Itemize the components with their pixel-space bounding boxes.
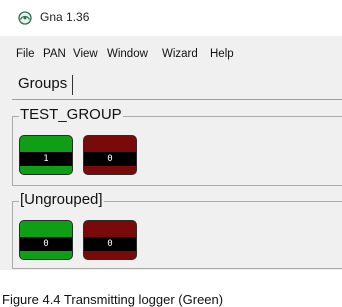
title-bar: Gna 1.36 xyxy=(0,0,342,36)
menu-file[interactable]: File xyxy=(16,48,35,60)
logger-count: 0 xyxy=(107,154,113,164)
group-ungrouped: [Ungrouped] 0 0 xyxy=(12,191,342,269)
logger-count: 0 xyxy=(107,239,113,249)
logger-count: 1 xyxy=(43,154,49,164)
menu-help[interactable]: Help xyxy=(210,48,234,60)
menu-wizard[interactable]: Wizard xyxy=(162,48,198,60)
menu-window[interactable]: Window xyxy=(107,48,148,60)
logger-count: 0 xyxy=(43,239,49,249)
logger-idle[interactable]: 0 xyxy=(83,135,137,175)
menu-view[interactable]: View xyxy=(73,48,98,60)
window-title: Gna 1.36 xyxy=(40,10,90,24)
group-title: [Ungrouped] xyxy=(19,191,104,209)
tab-divider xyxy=(12,99,342,100)
group-test-group: TEST_GROUP 1 0 xyxy=(12,106,342,186)
group-title: TEST_GROUP xyxy=(19,106,123,124)
logger-transmitting[interactable]: 0 xyxy=(19,220,73,260)
gna-app-icon xyxy=(18,11,32,25)
app-window: Gna 1.36 File PAN View Window Wizard Hel… xyxy=(0,0,342,270)
tab-groups[interactable]: Groups xyxy=(18,75,74,95)
logger-transmitting[interactable]: 1 xyxy=(19,135,73,175)
menu-pan[interactable]: PAN xyxy=(43,48,66,60)
logger-idle[interactable]: 0 xyxy=(83,220,137,260)
